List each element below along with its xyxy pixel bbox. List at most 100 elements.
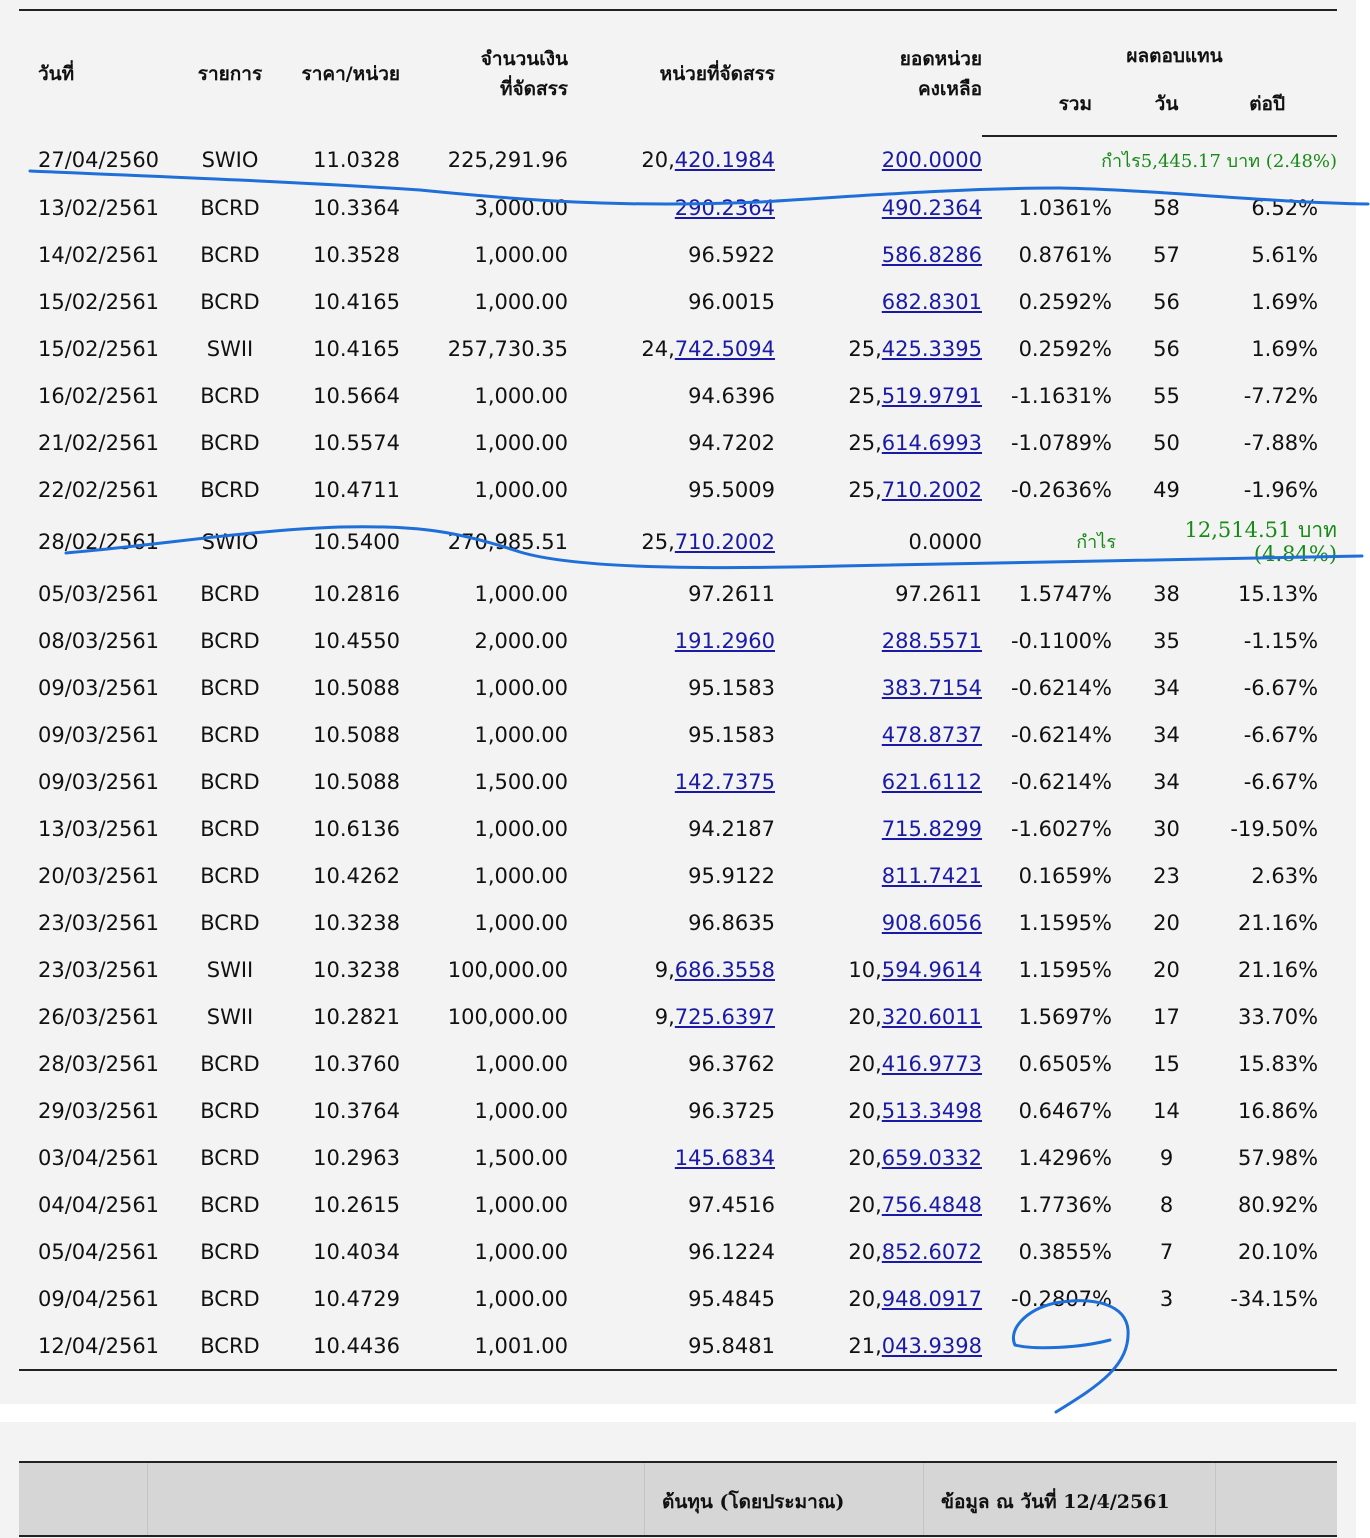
return-days-text: 14 (1153, 1098, 1180, 1123)
balance-link[interactable]: 320.6011 (882, 1005, 982, 1029)
balance-prefix: 25, (848, 383, 882, 408)
units-prefix: 94.2187 (688, 816, 775, 841)
cell-return-total: 1.7736% (982, 1181, 1124, 1228)
cell-return-days: 14 (1124, 1087, 1199, 1134)
balance-link[interactable]: 659.0332 (882, 1146, 982, 1170)
price-text: 10.3238 (313, 910, 400, 935)
balance-link[interactable]: 715.8299 (882, 817, 982, 841)
cell-date: 09/04/2561 (19, 1275, 174, 1322)
balance-link[interactable]: 416.9773 (882, 1052, 982, 1076)
units-link[interactable]: 191.2960 (675, 629, 775, 653)
units-prefix: 96.3725 (688, 1098, 775, 1123)
amount-text: 1,000.00 (474, 383, 568, 408)
cell-balance: 383.7154 (775, 664, 982, 711)
amount-text: 1,000.00 (474, 722, 568, 747)
units-link[interactable]: 725.6397 (675, 1005, 775, 1029)
balance-link[interactable]: 621.6112 (882, 770, 982, 794)
cell-date: 22/02/2561 (19, 466, 174, 513)
return-yearly-text: -7.88% (1243, 430, 1319, 455)
cell-price: 10.5088 (286, 711, 410, 758)
return-total-text: -0.6214% (1010, 675, 1112, 700)
type-text: BCRD (200, 863, 260, 888)
cell-profit-note: กำไร5,445.17 บาท (2.48%) (982, 136, 1337, 184)
type-text: BCRD (200, 1192, 260, 1217)
amount-text: 1,000.00 (474, 675, 568, 700)
cell-units: 25,710.2002 (568, 513, 775, 570)
table-row: 23/03/2561 SWII 10.3238 100,000.00 9,686.355… (19, 946, 1337, 993)
return-days-text: 15 (1153, 1051, 1180, 1076)
cost-label: ต้นทุน (โดยประมาณ) (662, 1491, 845, 1513)
return-days-text: 34 (1153, 675, 1180, 700)
balance-link[interactable]: 490.2364 (882, 196, 982, 220)
date-text: 09/04/2561 (38, 1286, 160, 1311)
balance-link[interactable]: 288.5571 (882, 629, 982, 653)
balance-link[interactable]: 710.2002 (882, 478, 982, 502)
cell-type: SWII (174, 993, 286, 1040)
price-text: 10.5400 (313, 529, 400, 554)
units-link[interactable]: 290.2364 (675, 196, 775, 220)
balance-link[interactable]: 519.9791 (882, 384, 982, 408)
return-total-text: 0.6467% (1018, 1098, 1112, 1123)
price-text: 10.4729 (313, 1286, 400, 1311)
balance-prefix: 20, (848, 1098, 882, 1123)
cell-price: 10.3760 (286, 1040, 410, 1087)
cell-amount: 1,000.00 (410, 1275, 568, 1322)
type-text: BCRD (200, 910, 260, 935)
table-row: 28/03/2561 BCRD 10.3760 1,000.00 96.3762 20,4… (19, 1040, 1337, 1087)
cell-return-total: -1.1631% (982, 372, 1124, 419)
units-link[interactable]: 710.2002 (675, 530, 775, 554)
units-link[interactable]: 145.6834 (675, 1146, 775, 1170)
balance-link[interactable]: 594.9614 (882, 958, 982, 982)
cell-balance: 21,043.9398 (775, 1322, 982, 1370)
cell-amount: 1,000.00 (410, 711, 568, 758)
balance-link[interactable]: 478.8737 (882, 723, 982, 747)
cell-balance: 20,948.0917 (775, 1275, 982, 1322)
cell-price: 10.4262 (286, 852, 410, 899)
balance-link[interactable]: 425.3395 (882, 337, 982, 361)
balance-link[interactable]: 383.7154 (882, 676, 982, 700)
cell-date: 15/02/2561 (19, 325, 174, 372)
cell-return-total: 1.1595% (982, 899, 1124, 946)
type-text: BCRD (200, 477, 260, 502)
header-return-yearly: ต่อปี (1199, 73, 1338, 137)
table-row: 21/02/2561 BCRD 10.5574 1,000.00 94.7202 25,6… (19, 419, 1337, 466)
cell-price: 10.5574 (286, 419, 410, 466)
balance-link[interactable]: 908.6056 (882, 911, 982, 935)
return-days-text: 58 (1153, 195, 1180, 220)
price-text: 10.4165 (313, 336, 400, 361)
cell-type: SWII (174, 325, 286, 372)
header-units: หน่วยที่จัดสรร (659, 62, 775, 85)
units-link[interactable]: 686.3558 (675, 958, 775, 982)
cell-date: 16/02/2561 (19, 372, 174, 419)
balance-link[interactable]: 948.0917 (882, 1287, 982, 1311)
balance-link[interactable]: 756.4848 (882, 1193, 982, 1217)
balance-link[interactable]: 811.7421 (882, 864, 982, 888)
units-link[interactable]: 142.7375 (675, 770, 775, 794)
amount-text: 225,291.96 (447, 148, 568, 172)
balance-link[interactable]: 614.6993 (882, 431, 982, 455)
cell-amount: 257,730.35 (410, 325, 568, 372)
cell-price: 11.0328 (286, 136, 410, 184)
price-text: 10.5088 (313, 769, 400, 794)
cell-price: 10.4436 (286, 1322, 410, 1370)
summary-bar: ต้นทุน (โดยประมาณ) ข้อมูล ณ วันที่ 12/4/… (19, 1461, 1337, 1537)
units-link[interactable]: 420.1984 (675, 148, 775, 172)
balance-link[interactable]: 852.6072 (882, 1240, 982, 1264)
table-row: 08/03/2561 BCRD 10.4550 2,000.00 191.2960 288… (19, 617, 1337, 664)
cell-price: 10.5400 (286, 513, 410, 570)
header-price: ราคา/หน่วย (301, 62, 400, 85)
balance-link[interactable]: 043.9398 (882, 1334, 982, 1358)
cell-units: 96.0015 (568, 278, 775, 325)
date-text: 09/03/2561 (38, 769, 160, 794)
cell-return-total: 0.8761% (982, 231, 1124, 278)
return-days-text: 50 (1153, 430, 1180, 455)
cell-units: 9,725.6397 (568, 993, 775, 1040)
units-link[interactable]: 742.5094 (675, 337, 775, 361)
cell-amount: 1,000.00 (410, 664, 568, 711)
balance-link[interactable]: 200.0000 (882, 148, 982, 172)
units-prefix: 95.8481 (688, 1333, 775, 1358)
balance-link[interactable]: 586.8286 (882, 243, 982, 267)
balance-link[interactable]: 513.3498 (882, 1099, 982, 1123)
cell-balance: 200.0000 (775, 136, 982, 184)
balance-link[interactable]: 682.8301 (882, 290, 982, 314)
